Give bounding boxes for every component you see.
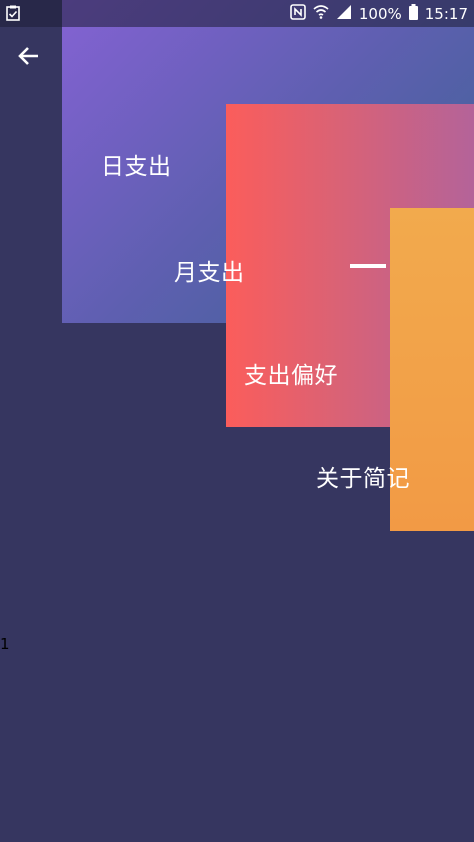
battery-percent: 100% bbox=[358, 4, 402, 23]
menu-item-about[interactable]: 关于简记 bbox=[316, 459, 410, 493]
task-check-icon bbox=[6, 5, 20, 21]
battery-icon bbox=[408, 3, 418, 24]
wifi-icon bbox=[313, 4, 329, 23]
menu-item-daily-expense[interactable]: 日支出 bbox=[101, 147, 172, 181]
arrow-left-icon bbox=[18, 47, 38, 65]
menu-item-monthly-expense[interactable]: 月支出 bbox=[174, 253, 245, 287]
menu-item-expense-preference[interactable]: 支出偏好 bbox=[244, 356, 338, 390]
nfc-icon bbox=[290, 3, 306, 24]
status-bar: 100% 15:17 bbox=[0, 0, 474, 27]
back-button[interactable] bbox=[12, 40, 44, 72]
signal-icon bbox=[336, 4, 352, 23]
status-icons: 100% 15:17 bbox=[290, 0, 468, 27]
clock-time: 15:17 bbox=[424, 4, 468, 23]
page-indicator: 1 bbox=[0, 635, 10, 653]
divider-dash bbox=[350, 264, 386, 268]
